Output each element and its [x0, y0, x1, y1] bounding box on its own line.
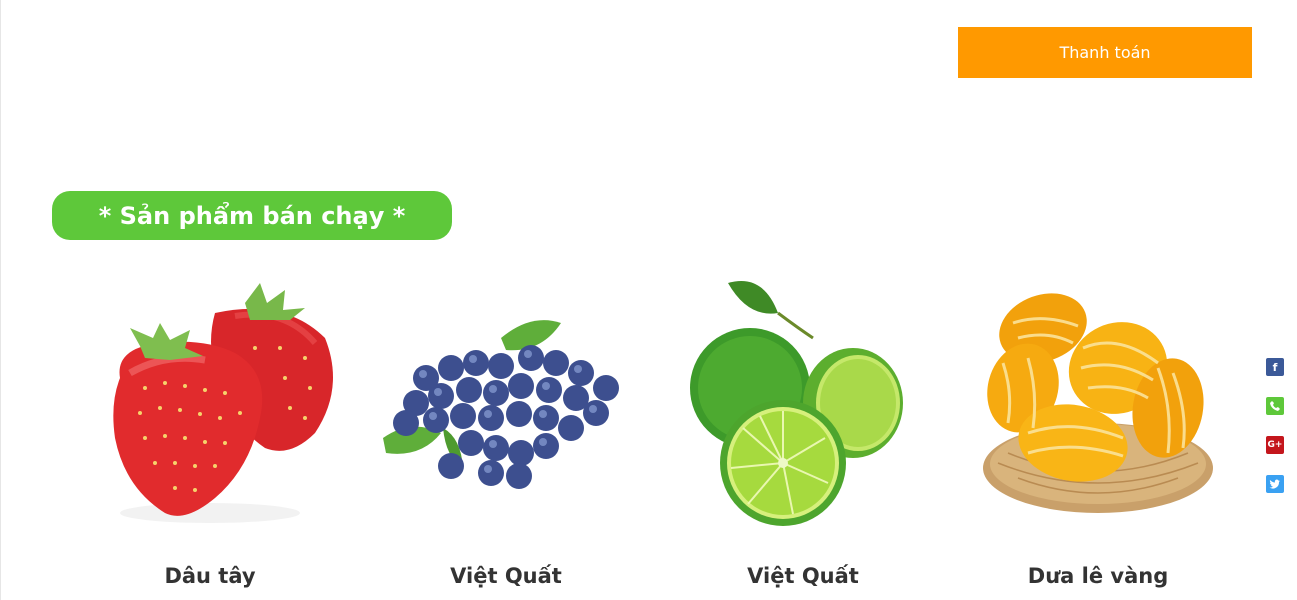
page: Thanh toán * Sản phẩm bán chạy * Dâu tây…: [0, 0, 1297, 600]
strawberry-image[interactable]: [85, 268, 335, 528]
checkout-button[interactable]: Thanh toán: [958, 27, 1252, 78]
product-card[interactable]: Dưa lê vàng: [973, 268, 1223, 588]
product-name[interactable]: Dưa lê vàng: [973, 564, 1223, 588]
section-title: * Sản phẩm bán chạy *: [52, 191, 452, 240]
product-name[interactable]: Dâu tây: [85, 564, 335, 588]
product-card[interactable]: Dâu tây: [85, 268, 335, 588]
product-name[interactable]: Việt Quất: [381, 564, 631, 588]
product-card[interactable]: Việt Quất: [678, 268, 928, 588]
yellow-melon-image[interactable]: [973, 268, 1223, 528]
phone-icon[interactable]: [1266, 397, 1284, 415]
product-card[interactable]: Việt Quất: [381, 268, 631, 588]
twitter-icon[interactable]: [1266, 475, 1284, 493]
blueberry-image[interactable]: [381, 268, 631, 528]
lime-image[interactable]: [678, 268, 928, 528]
facebook-icon[interactable]: f: [1266, 358, 1284, 376]
google-plus-icon[interactable]: G+: [1266, 436, 1284, 454]
product-name[interactable]: Việt Quất: [678, 564, 928, 588]
